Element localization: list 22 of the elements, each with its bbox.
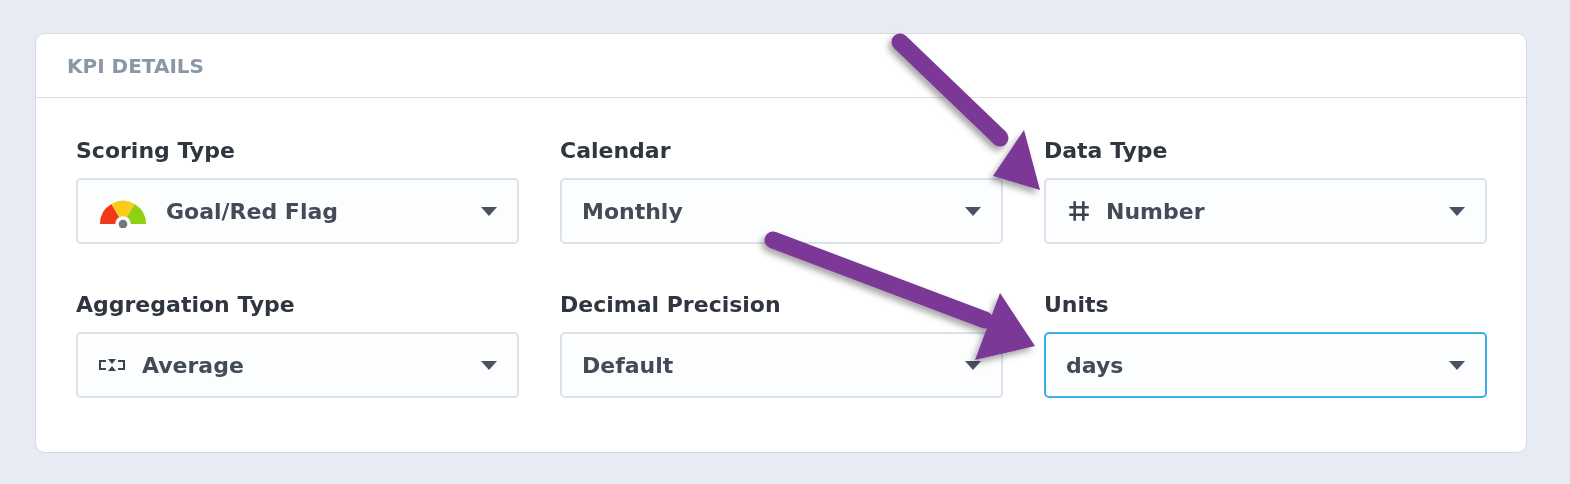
field-label: Scoring Type [76, 138, 236, 163]
caret-icon [965, 206, 981, 216]
caret-icon [965, 360, 981, 370]
dropdown[interactable]: Number [1044, 178, 1487, 244]
caret-icon [481, 206, 497, 216]
gauge-icon [98, 198, 148, 228]
panel-title: KPI DETAILS [67, 53, 204, 78]
field-label: Calendar [560, 138, 672, 163]
average-icon [98, 357, 126, 373]
field-label: Decimal Precision [560, 292, 782, 317]
caret-icon [1449, 360, 1465, 370]
dropdown[interactable]: days [1044, 332, 1487, 398]
hash-icon [1066, 198, 1092, 224]
caret-icon [481, 360, 497, 370]
caret-icon [1449, 206, 1465, 216]
dropdown[interactable]: Monthly [560, 178, 1003, 244]
field-label: Data Type [1044, 138, 1169, 163]
field-label: Aggregation Type [76, 292, 296, 317]
field-label: Units [1044, 292, 1110, 317]
dropdown[interactable]: Average [76, 332, 519, 398]
dropdown[interactable]: Default [560, 332, 1003, 398]
dropdown[interactable]: Goal/Red Flag [76, 178, 519, 244]
